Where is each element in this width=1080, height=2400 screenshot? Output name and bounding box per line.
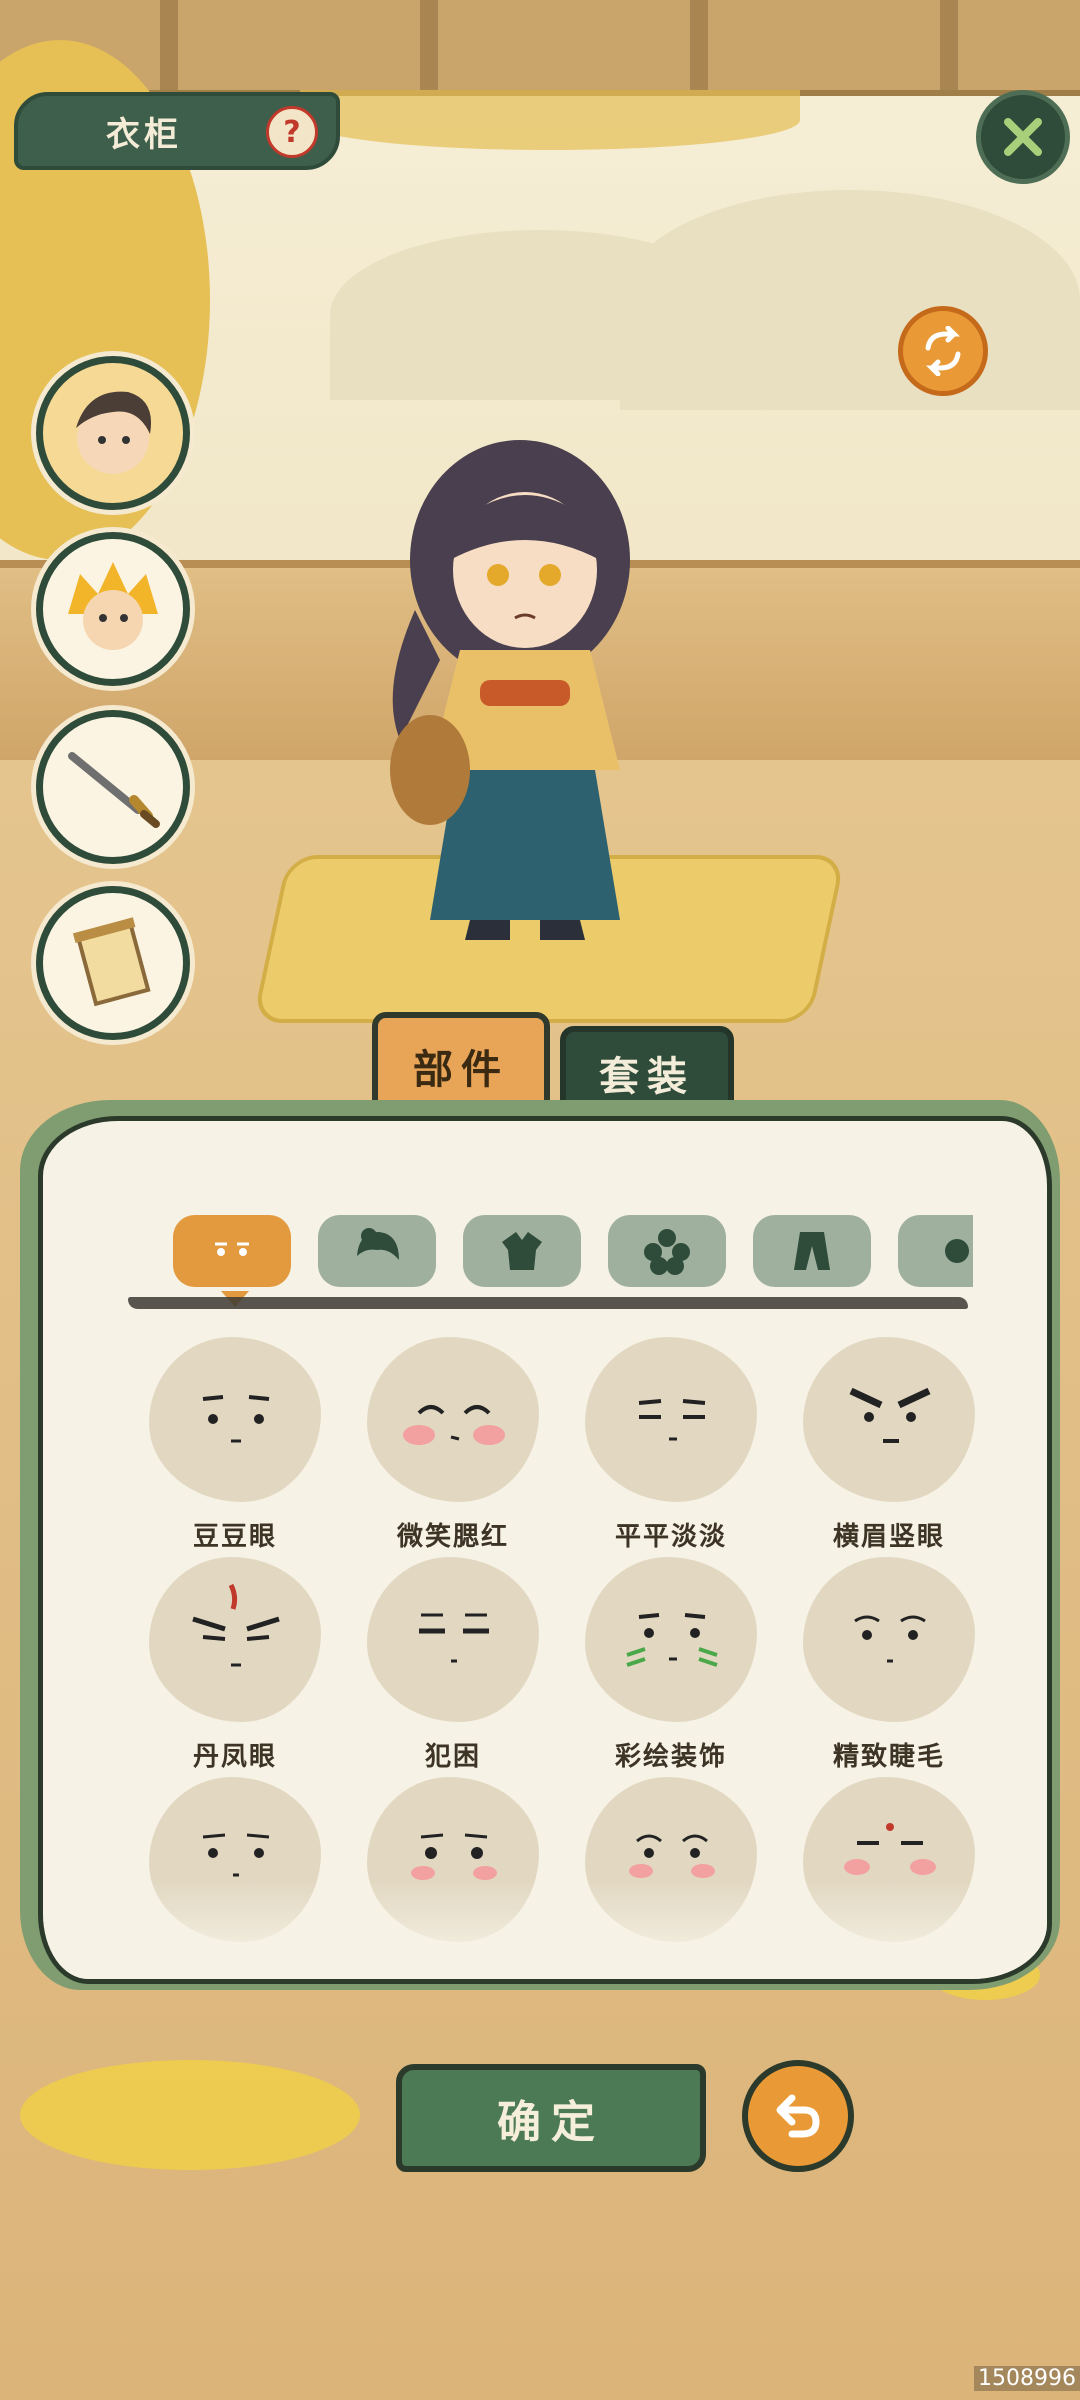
boy-avatar-icon	[76, 391, 152, 474]
rotate-character-button[interactable]	[898, 306, 988, 396]
item-label: 微笑腮红	[396, 1522, 509, 1552]
page-title: 衣柜	[106, 114, 182, 155]
face-item[interactable]: 平平淡淡	[571, 1337, 771, 1553]
roof-beams	[0, 0, 1080, 96]
clothes-icon	[502, 1232, 542, 1270]
side-button-character-monkey[interactable]	[36, 532, 190, 686]
item-label: 平平淡淡	[614, 1522, 727, 1552]
face-item[interactable]: 丹凤眼	[135, 1557, 335, 1773]
category-accessory[interactable]	[608, 1215, 726, 1287]
face-preview	[803, 1557, 975, 1722]
item-label: 丹凤眼	[192, 1742, 277, 1772]
face-preview	[149, 1337, 321, 1502]
mountain-silhouette	[620, 190, 1080, 410]
side-button-scroll[interactable]	[36, 886, 190, 1040]
monkey-king-avatar-icon	[68, 562, 158, 650]
flower-accessory-icon	[644, 1229, 690, 1275]
item-label: 豆豆眼	[192, 1522, 277, 1552]
face-item[interactable]: 彩绘装饰	[571, 1557, 771, 1773]
sword-icon	[68, 752, 160, 828]
player-character[interactable]	[360, 440, 680, 960]
category-clothes[interactable]	[463, 1215, 581, 1287]
undo-arrow-icon	[776, 2094, 820, 2138]
category-hair[interactable]	[318, 1215, 436, 1287]
item-label: 横眉竖眼	[832, 1522, 945, 1552]
game-scene: 衣柜 ? 部件 套装 豆豆眼 微笑腮红 平平淡淡 横眉竖眼 丹凤眼 犯困 彩绘装…	[0, 0, 1080, 2400]
wardrobe-panel-content: 豆豆眼 微笑腮红 平平淡淡 横眉竖眼 丹凤眼 犯困 彩绘装饰 精致睫毛	[38, 1116, 1052, 1984]
face-item[interactable]: 精致睫毛	[789, 1557, 989, 1773]
category-more[interactable]	[898, 1215, 973, 1287]
item-label: 犯困	[424, 1742, 481, 1772]
watermark: 1508996	[974, 2366, 1080, 2391]
face-preview	[367, 1557, 539, 1722]
item-label: 精致睫毛	[832, 1742, 945, 1772]
face-icon	[215, 1242, 249, 1256]
help-icon[interactable]: ?	[266, 106, 318, 158]
side-button-weapon[interactable]	[36, 710, 190, 864]
hanging-straw	[300, 90, 800, 150]
confirm-button[interactable]: 确定	[396, 2064, 706, 2172]
hair-icon	[357, 1228, 399, 1260]
brush-divider	[128, 1297, 968, 1309]
undo-button[interactable]	[742, 2060, 854, 2172]
category-pants[interactable]	[753, 1215, 871, 1287]
face-item[interactable]: 豆豆眼	[135, 1337, 335, 1553]
face-preview	[585, 1557, 757, 1722]
wardrobe-panel: 豆豆眼 微笑腮红 平平淡淡 横眉竖眼 丹凤眼 犯困 彩绘装饰 精致睫毛	[20, 1100, 1060, 1990]
face-item[interactable]: 横眉竖眼	[789, 1337, 989, 1553]
scroll-icon	[72, 917, 151, 1007]
fallen-leaves	[20, 2060, 360, 2170]
side-button-character-boy[interactable]	[36, 356, 190, 510]
close-icon	[1004, 118, 1042, 156]
swap-arrows-icon	[925, 326, 961, 376]
item-label: 彩绘装饰	[614, 1742, 727, 1772]
face-item[interactable]: 犯困	[353, 1557, 553, 1773]
list-fade-overlay	[43, 1881, 1047, 1979]
face-preview	[367, 1337, 539, 1502]
more-category-icon	[945, 1239, 969, 1263]
close-button[interactable]	[976, 90, 1070, 184]
face-preview	[149, 1557, 321, 1722]
face-preview	[585, 1337, 757, 1502]
face-item[interactable]: 微笑腮红	[353, 1337, 553, 1553]
face-preview	[803, 1337, 975, 1502]
pants-icon	[794, 1232, 830, 1270]
category-face[interactable]	[173, 1215, 291, 1287]
category-tabs	[173, 1215, 973, 1291]
wardrobe-title-bar: 衣柜 ?	[14, 92, 340, 170]
